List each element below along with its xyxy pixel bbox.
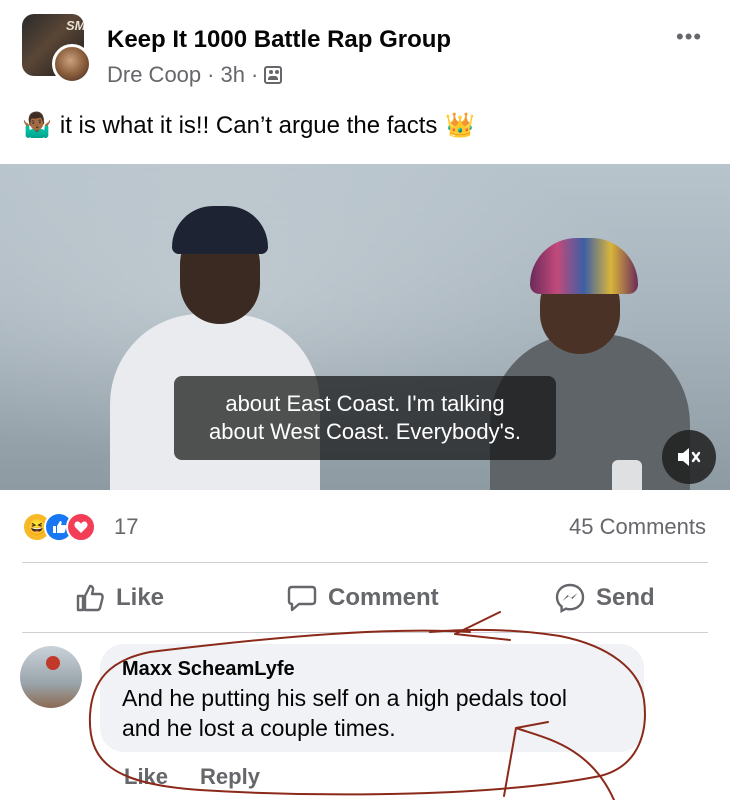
action-bar: Like Comment Send xyxy=(0,566,730,630)
comment-bubble-icon xyxy=(287,585,317,612)
comment-line-2: and he lost a couple times. xyxy=(122,715,396,741)
send-button-label: Send xyxy=(596,584,655,611)
group-name-link[interactable]: Keep It 1000 Battle Rap Group xyxy=(107,26,451,54)
love-icon xyxy=(66,512,96,542)
send-button[interactable]: Send xyxy=(554,580,655,616)
comment-line-1: And he putting his self on a high pedals… xyxy=(122,685,567,711)
group-avatar-badge: SM xyxy=(66,18,84,33)
comments-count-link[interactable]: 45 Comments xyxy=(569,514,706,540)
comment-reply-button[interactable]: Reply xyxy=(200,764,260,790)
divider xyxy=(22,562,708,563)
speaker-muted-glyph xyxy=(678,448,701,466)
comment-actions: Like Reply xyxy=(124,764,260,790)
comment-button-label: Comment xyxy=(328,584,439,611)
video-water-bottle xyxy=(612,460,642,490)
comment-bubble: Maxx ScheamLyfe And he putting his self … xyxy=(100,644,644,752)
caption-line-1: about East Coast. I'm talking xyxy=(225,391,505,416)
group-privacy-icon xyxy=(264,66,283,84)
commenter-name-link[interactable]: Maxx ScheamLyfe xyxy=(122,658,622,681)
more-options-icon[interactable]: ••• xyxy=(676,24,702,50)
video-caption: about East Coast. I'm talking about West… xyxy=(174,376,556,460)
comment-like-button[interactable]: Like xyxy=(124,764,168,790)
comment-button[interactable]: Comment xyxy=(286,580,439,616)
post-time[interactable]: 3h xyxy=(220,62,244,88)
post-meta: Dre Coop · 3h · xyxy=(107,62,283,88)
like-button[interactable]: Like xyxy=(74,580,164,616)
post-header: SM Keep It 1000 Battle Rap Group Dre Coo… xyxy=(0,0,730,100)
reaction-count[interactable]: 17 xyxy=(114,514,138,540)
post-text: 🤷🏾‍♂️ it is what it is!! Can’t argue the… xyxy=(22,112,475,140)
author-name-link[interactable]: Dre Coop xyxy=(107,62,201,88)
like-button-label: Like xyxy=(116,584,165,611)
post-body-text: it is what it is!! Can’t argue the facts xyxy=(59,112,438,139)
meta-separator: · xyxy=(207,62,215,87)
meta-separator: · xyxy=(250,62,259,87)
messenger-icon xyxy=(555,583,585,614)
author-avatar[interactable] xyxy=(52,44,92,84)
video-player[interactable]: about East Coast. I'm talking about West… xyxy=(0,164,730,490)
commenter-avatar[interactable] xyxy=(20,646,82,708)
thumbs-up-icon xyxy=(76,584,104,612)
crown-emoji: 👑 xyxy=(445,112,476,139)
divider xyxy=(22,632,708,633)
reaction-icons[interactable]: 😆 xyxy=(22,512,96,542)
caption-line-2: about West Coast. Everybody's. xyxy=(209,419,521,444)
comment-text: And he putting his self on a high pedals… xyxy=(122,683,622,743)
speaker-muted-icon[interactable] xyxy=(662,430,716,484)
shrug-emoji: 🤷🏾‍♂️ xyxy=(22,112,52,139)
